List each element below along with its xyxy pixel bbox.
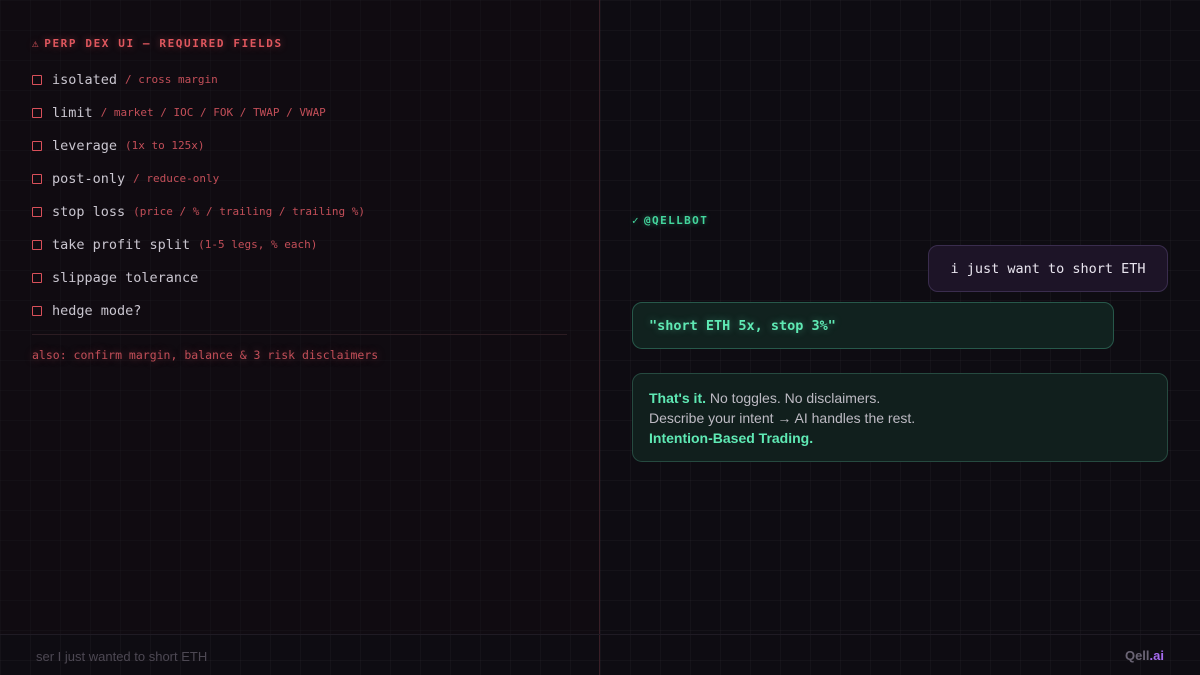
field-label: post-only [52,170,126,187]
checkbox-icon[interactable] [32,107,42,118]
list-item: leverage (1x to 125x) [32,129,572,162]
user-message-text: i just want to short ETH [950,260,1146,277]
user-message-bubble: i just want to short ETH [928,245,1168,292]
brand-logo: Qell.ai [1125,648,1164,663]
reply-line-2: Describe your intent → AI handles the re… [649,410,916,426]
required-fields-panel: ⚠ PERP DEX UI — REQUIRED FIELDS isolated … [0,0,599,634]
bot-handle: ✓ @QELLBOT [632,214,708,227]
field-label: limit [52,104,93,121]
bot-command-text: "short ETH 5x, stop 3%" [649,317,836,334]
checkbox-icon[interactable] [32,74,42,85]
list-item: stop loss (price / % / trailing / traili… [32,195,572,228]
bot-reply-card: That's it. No toggles. No disclaimers. D… [632,373,1168,462]
app-root: ⚠ PERP DEX UI — REQUIRED FIELDS isolated … [0,0,1200,675]
checkbox-icon[interactable] [32,206,42,217]
checkbox-icon[interactable] [32,173,42,184]
list-item: hedge mode? [32,294,572,327]
field-detail: / market / IOC / FOK / TWAP / VWAP [100,106,326,119]
required-fields-heading: ⚠ PERP DEX UI — REQUIRED FIELDS [32,37,283,50]
brand-logo-main: Qell [1124,648,1150,663]
field-label: take profit split [52,236,191,253]
field-label: leverage [52,137,118,154]
field-label: stop loss [52,203,126,220]
field-detail: (price / % / trailing / trailing %) [133,205,365,218]
list-item: take profit split (1-5 legs, % each) [32,228,572,261]
field-detail: / cross margin [125,73,218,86]
required-fields-list: isolated / cross margin limit / market /… [32,63,572,327]
field-label: hedge mode? [52,302,142,319]
footer: ser I just wanted to short ETH Qell.ai [0,634,1200,675]
field-label: isolated [52,71,118,88]
divider [32,334,567,335]
bot-command-bubble: "short ETH 5x, stop 3%" [632,302,1114,349]
checkbox-icon[interactable] [32,305,42,316]
list-item: post-only / reduce-only [32,162,572,195]
field-detail: / reduce-only [133,172,220,185]
reply-emphasis: That's it. [649,390,706,406]
checkbox-icon[interactable] [32,272,42,283]
field-detail: (1-5 legs, % each) [198,238,318,251]
warning-icon: ⚠ [32,37,41,50]
required-fields-heading-text: PERP DEX UI — REQUIRED FIELDS [44,37,283,50]
field-label: slippage tolerance [52,269,199,286]
list-item: slippage tolerance [32,261,572,294]
reply-line-1: That's it. No toggles. No disclaimers. [649,388,1151,408]
reply-line-3: Intention-Based Trading. [649,430,814,446]
footer-caption: ser I just wanted to short ETH [36,649,208,664]
checkbox-icon[interactable] [32,140,42,151]
list-item: limit / market / IOC / FOK / TWAP / VWAP [32,96,572,129]
list-item: isolated / cross margin [32,63,572,96]
also-note: also: confirm margin, balance & 3 risk d… [32,348,379,362]
bot-handle-text: @QELLBOT [644,214,709,227]
field-detail: (1x to 125x) [125,139,205,152]
check-icon: ✓ [632,214,641,227]
brand-logo-suffix: .ai [1149,648,1164,663]
reply-text: No toggles. No disclaimers. [706,390,881,406]
checkbox-icon[interactable] [32,239,42,250]
